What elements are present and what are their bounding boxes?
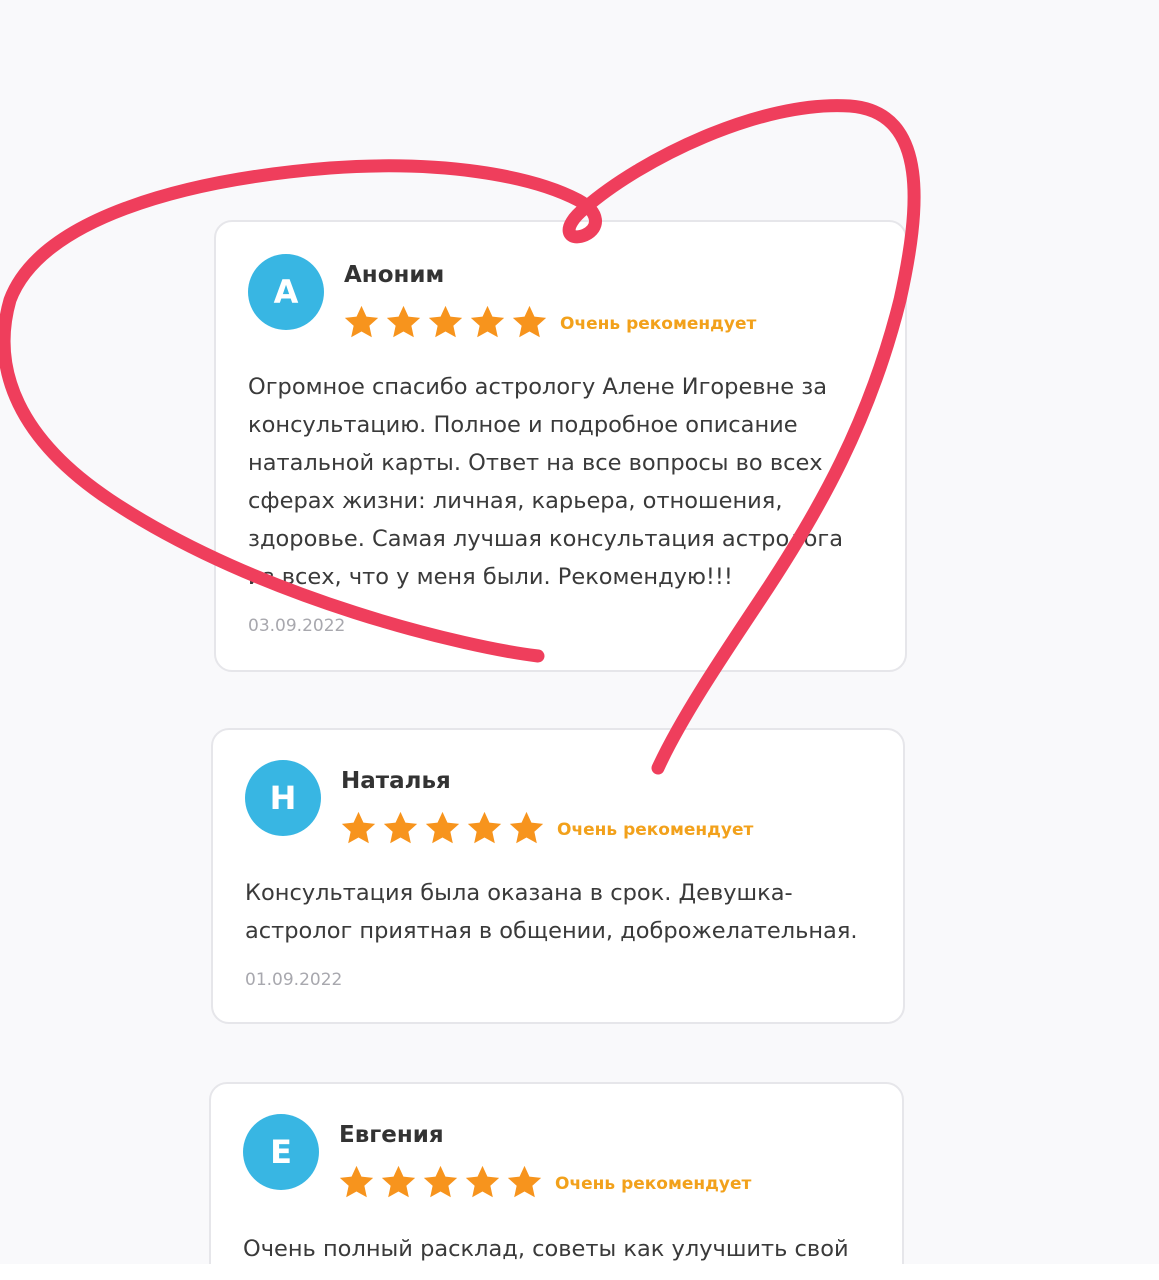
reviewer-name: Евгения: [339, 1122, 444, 1148]
star-icon: [386, 305, 421, 338]
review-text: Огромное спасибо астрологу Алене Игоревн…: [248, 374, 843, 590]
recommend-label: Очень рекомендует: [557, 820, 754, 840]
star-icon: [467, 811, 502, 844]
review-date: 01.09.2022: [245, 970, 343, 990]
rating-stars: [339, 810, 546, 847]
review-card: А Аноним Очень рекомендует Огромное спас…: [214, 220, 907, 672]
review-date: 03.09.2022: [248, 616, 346, 636]
star-icon: [423, 1165, 458, 1198]
review-card: Н Наталья Очень рекомендует Консультация…: [211, 728, 905, 1024]
recommend-label: Очень рекомендует: [560, 314, 757, 334]
star-icon: [465, 1165, 500, 1198]
star-icon: [509, 811, 544, 844]
reviewer-name: Аноним: [344, 262, 445, 288]
bottom-edge: [0, 1264, 1159, 1280]
avatar: Е: [243, 1114, 319, 1190]
star-icon: [428, 305, 463, 338]
star-icon: [381, 1165, 416, 1198]
avatar: Н: [245, 760, 321, 836]
star-icon: [425, 811, 460, 844]
review-text: Консультация была оказана в срок. Девушк…: [245, 880, 858, 944]
star-icon: [512, 305, 547, 338]
review-card: Е Евгения Очень рекомендует Очень полный…: [209, 1082, 904, 1280]
star-icon: [470, 305, 505, 338]
reviewer-name: Наталья: [341, 768, 451, 794]
reviews-page: А Аноним Очень рекомендует Огромное спас…: [0, 0, 1159, 1280]
rating-stars: [337, 1164, 544, 1201]
star-icon: [344, 305, 379, 338]
rating-stars: [342, 304, 549, 341]
star-icon: [383, 811, 418, 844]
star-icon: [507, 1165, 542, 1198]
avatar: А: [248, 254, 324, 330]
star-icon: [339, 1165, 374, 1198]
star-icon: [341, 811, 376, 844]
review-text: Очень полный расклад, советы как улучшит…: [243, 1236, 849, 1262]
recommend-label: Очень рекомендует: [555, 1174, 752, 1194]
